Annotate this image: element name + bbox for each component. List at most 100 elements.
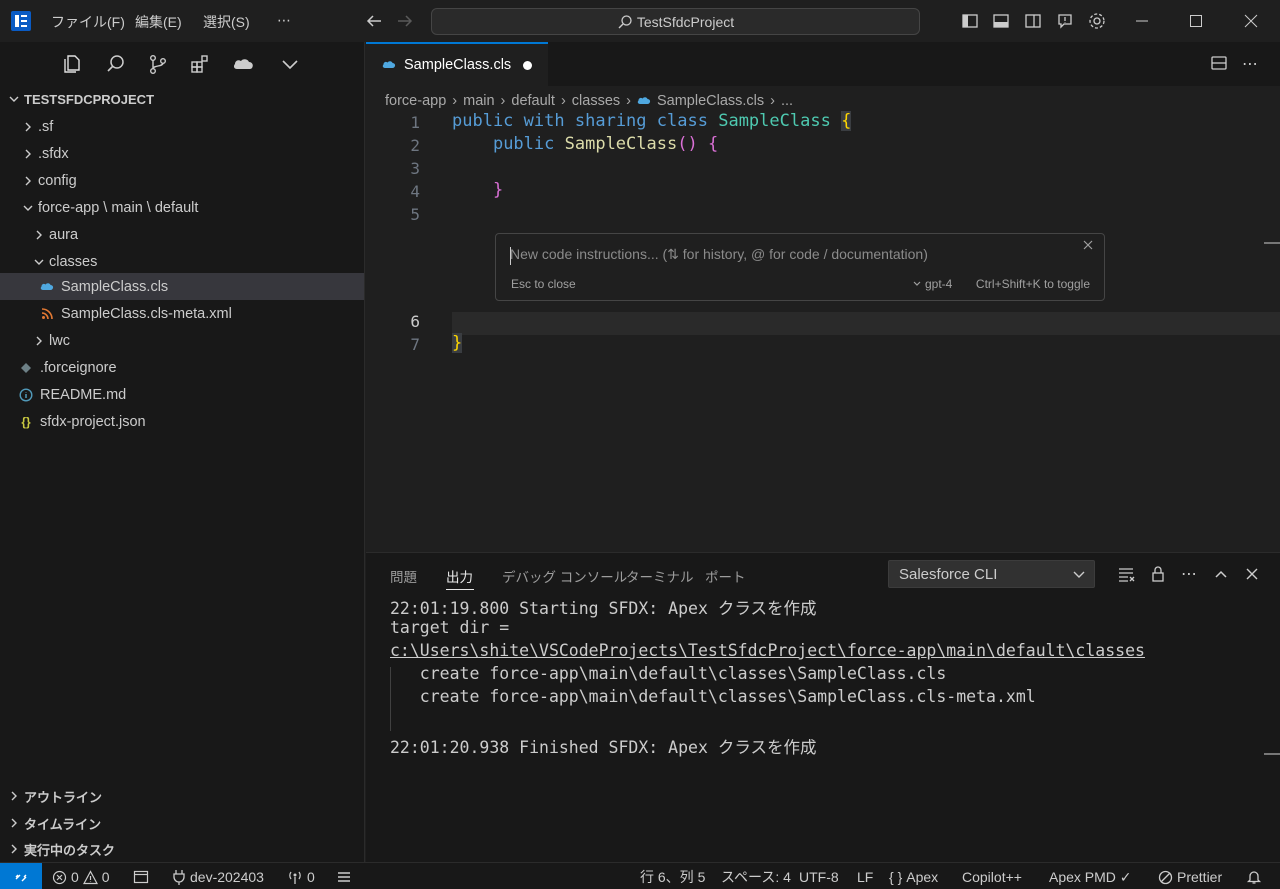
explorer-root[interactable]: TESTSFDCPROJECT (0, 86, 364, 112)
tree-item-lwc[interactable]: lwc (0, 327, 364, 354)
section-timeline[interactable]: タイムライン (0, 810, 364, 836)
menu-icon[interactable] (336, 868, 352, 886)
chevron-down-icon (31, 254, 47, 270)
code-token: { (707, 134, 719, 154)
explorer-files-icon[interactable] (60, 52, 84, 76)
breadcrumb-item[interactable]: force-app (385, 93, 446, 109)
tree-item-readme[interactable]: README.md (0, 381, 364, 408)
tree-item-sampleclass-cls[interactable]: SampleClass.cls (0, 273, 364, 300)
tree-item-config[interactable]: config (0, 167, 364, 194)
output-channel-select[interactable]: Salesforce CLI (888, 560, 1095, 588)
tree-item-label: sfdx-project.json (40, 413, 146, 430)
panel-tab-terminal[interactable]: ターミナル (626, 566, 694, 586)
code-line-4[interactable]: } (452, 180, 503, 200)
search-icon[interactable] (104, 52, 128, 76)
tree-item-sfdx[interactable]: .sfdx (0, 140, 364, 167)
panel-tab-problems[interactable]: 問題 (390, 566, 417, 586)
breadcrumb-item[interactable]: ... (781, 93, 793, 109)
menu-more[interactable]: ⋯ (277, 12, 291, 29)
tree-item-aura[interactable]: aura (0, 221, 364, 248)
breadcrumb-item[interactable]: default (511, 93, 555, 109)
more-actions-icon[interactable]: ⋯ (1179, 564, 1199, 584)
code-token: () (677, 134, 698, 154)
line-number: 5 (410, 205, 420, 224)
scrollbar-marker (1264, 242, 1280, 244)
problems-status[interactable]: 0 0 (52, 868, 110, 886)
copilot-status[interactable]: Copilot++ (962, 868, 1022, 886)
section-running-tasks[interactable]: 実行中のタスク (0, 836, 364, 862)
back-arrow-icon[interactable] (363, 10, 385, 32)
output-line: 22:01:19.800 Starting SFDX: Apex クラスを作成 (390, 599, 817, 618)
close-window-icon[interactable] (1224, 0, 1278, 42)
extensions-icon[interactable] (188, 52, 212, 76)
chevron-right-icon (6, 788, 22, 804)
code-token: class (656, 111, 708, 131)
code-token: } (492, 180, 504, 200)
breadcrumb-item[interactable]: SampleClass.cls (657, 93, 764, 109)
breadcrumb-item[interactable]: classes (572, 93, 620, 109)
inline-chat-input[interactable]: New code instructions... (⇅ for history,… (510, 246, 928, 263)
gear-icon[interactable] (1086, 10, 1108, 32)
remote-indicator-icon[interactable] (0, 863, 42, 889)
indentation[interactable]: スペース: 4 (721, 868, 791, 886)
code-line-2[interactable]: public SampleClass() { (452, 134, 718, 154)
panel-tab-ports[interactable]: ポート (705, 566, 746, 586)
feedback-icon[interactable] (1054, 10, 1076, 32)
maximize-panel-icon[interactable] (1211, 564, 1231, 584)
menu-edit[interactable]: 編集(E) (135, 12, 182, 32)
explorer-root-label: TESTSFDCPROJECT (24, 91, 155, 107)
output-path-link[interactable]: c:\Users\shite\VSCodeProjects\TestSfdcPr… (390, 641, 1145, 660)
lock-icon[interactable] (1148, 564, 1168, 584)
scrollbar-marker (1264, 753, 1280, 755)
maximize-icon[interactable] (1169, 0, 1223, 42)
layout-icon[interactable] (133, 868, 149, 886)
salesforce-file-icon (637, 96, 651, 106)
close-icon[interactable] (1082, 238, 1096, 252)
prettier-status[interactable]: Prettier (1158, 868, 1222, 886)
forward-arrow-icon[interactable] (394, 10, 416, 32)
close-panel-icon[interactable] (1242, 564, 1262, 584)
cursor-position[interactable]: 行 6、列 5 (640, 868, 705, 886)
minimize-icon[interactable] (1115, 0, 1169, 42)
chevron-down-icon[interactable] (278, 52, 302, 76)
status-bar: 0 0 dev-202403 0 行 6、列 5 スペース: 4 UTF-8 L… (0, 862, 1280, 889)
tree-item-force-app[interactable]: force-app \ main \ default (0, 194, 364, 221)
source-control-icon[interactable] (146, 52, 170, 76)
tree-item-sf[interactable]: .sf (0, 113, 364, 140)
more-actions-icon[interactable]: ⋯ (1242, 54, 1262, 74)
code-token: public (452, 111, 514, 131)
menu-selection[interactable]: 選択(S) (203, 12, 250, 32)
encoding[interactable]: UTF-8 (799, 868, 839, 886)
apex-pmd-status[interactable]: Apex PMD ✓ (1049, 868, 1132, 886)
code-line-1[interactable]: public with sharing class SampleClass { (452, 111, 852, 131)
panel-tab-debug-console[interactable]: デバッグ コンソール (502, 566, 627, 586)
split-editor-icon[interactable] (1210, 54, 1230, 74)
bell-icon[interactable] (1246, 868, 1262, 886)
tree-item-forceignore[interactable]: .forceignore (0, 354, 364, 381)
tree-item-classes[interactable]: classes (0, 248, 364, 275)
language-mode[interactable]: { } Apex (889, 868, 938, 886)
tree-item-sampleclass-meta[interactable]: SampleClass.cls-meta.xml (0, 300, 364, 327)
command-center-search[interactable]: TestSfdcProject (431, 8, 920, 35)
code-token: } (452, 333, 463, 353)
inline-chat-widget: New code instructions... (⇅ for history,… (495, 233, 1105, 301)
ports-status[interactable]: 0 (287, 868, 315, 886)
tree-item-sfdx-project[interactable]: {} sfdx-project.json (0, 408, 364, 435)
clear-output-icon[interactable] (1116, 564, 1136, 584)
panel-tab-output[interactable]: 出力 (446, 566, 473, 586)
code-line-7[interactable]: } (452, 333, 463, 353)
model-selector[interactable]: gpt-4 (912, 277, 952, 291)
toggle-secondary-sidebar-icon[interactable] (1022, 10, 1044, 32)
salesforce-cloud-icon[interactable] (231, 52, 255, 76)
menu-file[interactable]: ファイル(F) (51, 12, 125, 32)
line-ending[interactable]: LF (857, 868, 873, 886)
org-status[interactable]: dev-202403 (172, 868, 264, 886)
editor-tab-sampleclass[interactable]: SampleClass.cls (366, 42, 548, 86)
unsaved-dot-icon[interactable] (523, 60, 533, 70)
toggle-panel-icon[interactable] (990, 10, 1012, 32)
section-outline[interactable]: アウトライン (0, 783, 364, 809)
breadcrumb-item[interactable]: main (463, 93, 494, 109)
toggle-primary-sidebar-icon[interactable] (959, 10, 981, 32)
tree-item-label: README.md (40, 386, 127, 403)
diamond-file-icon (18, 360, 34, 376)
